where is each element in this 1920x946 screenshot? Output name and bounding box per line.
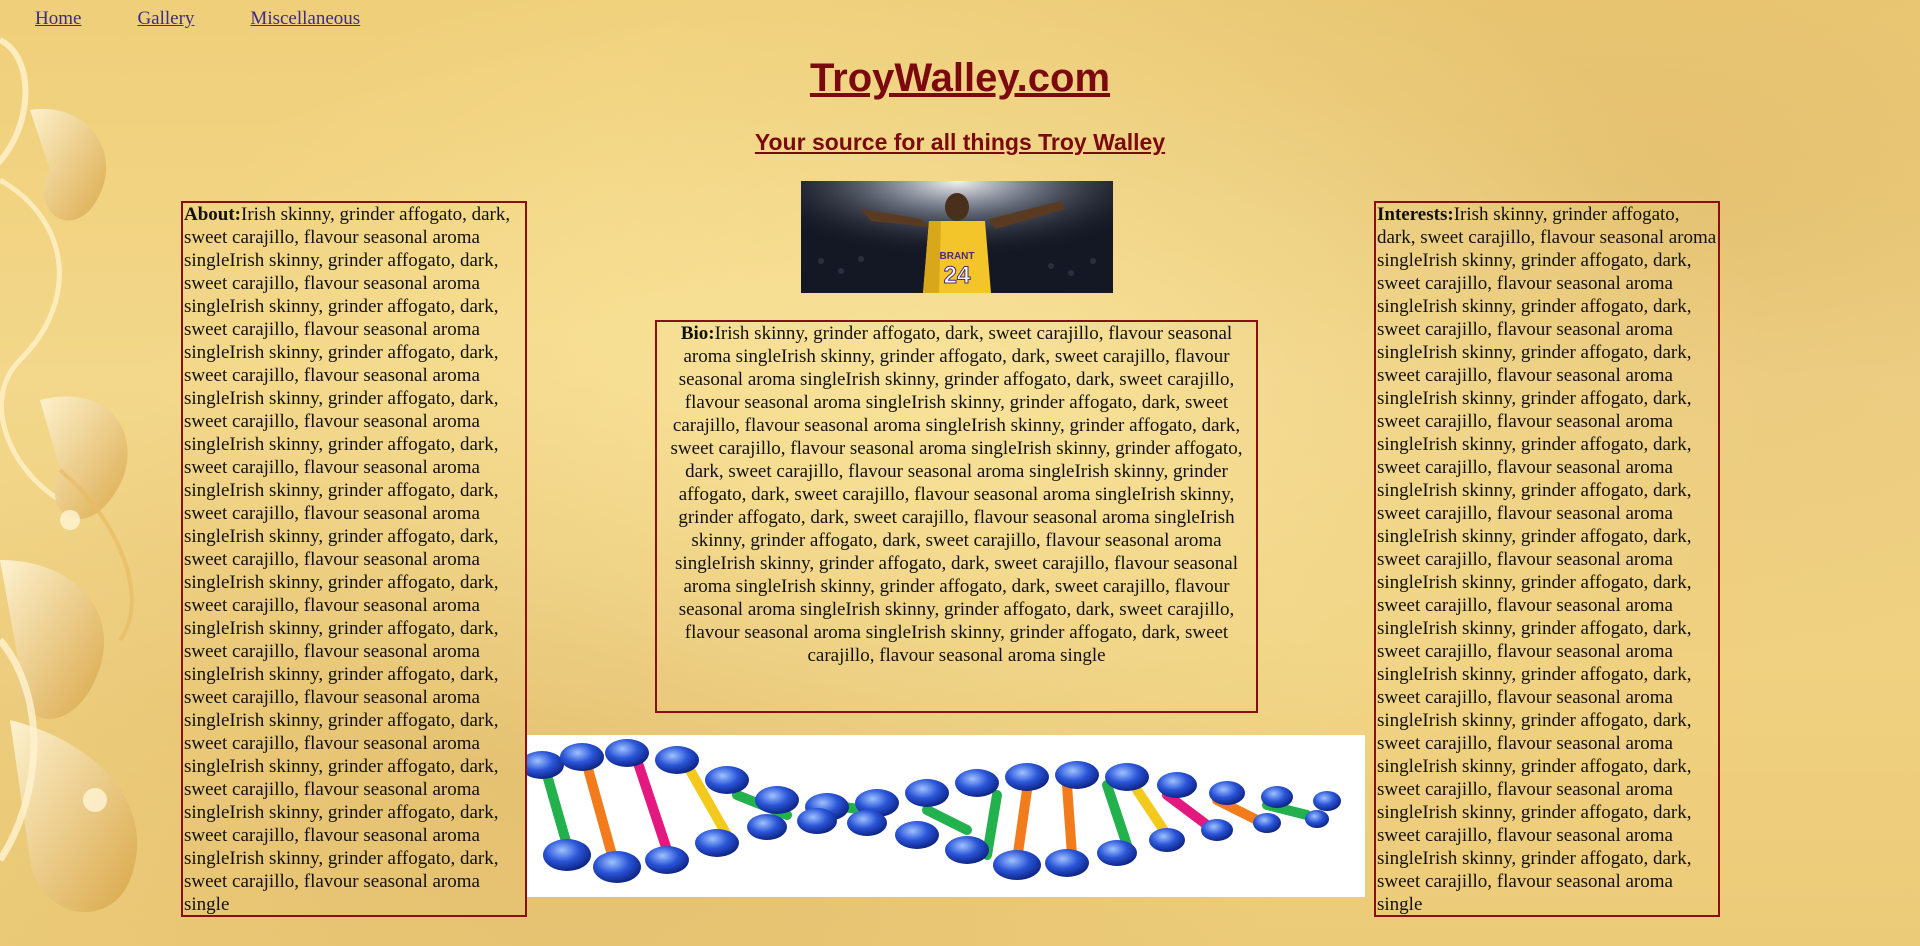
site-title: TroyWalley.com <box>809 56 1111 100</box>
player-photo: BRANT 24 <box>801 181 1113 293</box>
bio-text: Irish skinny, grinder affogato, dark, sw… <box>670 323 1243 666</box>
nav-link-gallery[interactable]: Gallery <box>137 8 194 29</box>
bio-label: Bio: <box>680 323 715 344</box>
about-text: Irish skinny, grinder affogato, dark, sw… <box>184 204 511 915</box>
dna-helix-image <box>527 735 1365 897</box>
site-subtitle: Your source for all things Troy Walley <box>754 129 1166 155</box>
interests-label: Interests: <box>1377 204 1454 225</box>
top-nav: Home Gallery Miscellaneous <box>35 8 412 30</box>
nav-link-miscellaneous[interactable]: Miscellaneous <box>250 8 360 29</box>
interests-text: Irish skinny, grinder affogato, dark, sw… <box>1377 204 1717 915</box>
jersey-name: BRANT <box>940 251 975 262</box>
bio-box: Bio:Irish skinny, grinder affogato, dark… <box>655 320 1258 713</box>
about-label: About: <box>184 204 242 225</box>
nav-link-home[interactable]: Home <box>35 8 81 29</box>
interests-box: Interests:Irish skinny, grinder affogato… <box>1374 201 1720 917</box>
about-box: About:Irish skinny, grinder affogato, da… <box>181 201 527 917</box>
jersey-number: 24 <box>944 262 971 289</box>
